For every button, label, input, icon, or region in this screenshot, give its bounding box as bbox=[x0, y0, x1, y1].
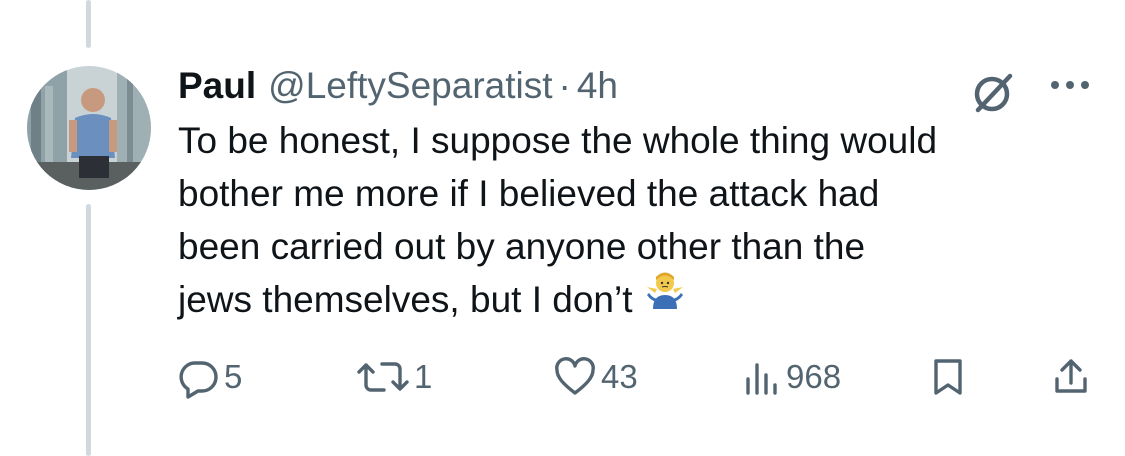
tweet-text-line: been carried out by anyone other than th… bbox=[178, 226, 866, 267]
like-button[interactable]: 43 bbox=[553, 352, 638, 402]
reply-icon bbox=[179, 361, 218, 399]
person-shrugging-emoji bbox=[643, 269, 687, 327]
views-button[interactable]: 968 bbox=[742, 352, 841, 402]
more-options-icon[interactable] bbox=[1045, 70, 1095, 100]
display-name[interactable]: Paul bbox=[178, 65, 256, 107]
share-icon bbox=[1055, 359, 1087, 393]
avatar-photo bbox=[27, 66, 151, 190]
repost-button[interactable]: 1 bbox=[356, 352, 432, 402]
thread-connector-bottom bbox=[86, 204, 91, 456]
tweet-text-line: bother me more if I believed the attack … bbox=[178, 173, 880, 214]
like-count: 43 bbox=[601, 358, 638, 395]
repost-count: 1 bbox=[414, 358, 433, 395]
reply-button[interactable]: 5 bbox=[176, 352, 242, 402]
reply-count: 5 bbox=[224, 358, 243, 395]
grok-icon[interactable] bbox=[966, 66, 1020, 120]
heart-icon bbox=[555, 357, 595, 395]
tweet-text-line: jews themselves, but I don’t bbox=[178, 272, 1098, 327]
tweet-text: To be honest, I suppose the whole thing … bbox=[178, 114, 1098, 327]
tweet-header: Paul @LeftySeparatist · 4h bbox=[178, 64, 618, 108]
views-count: 968 bbox=[786, 358, 842, 395]
repost-icon bbox=[357, 362, 409, 392]
user-handle[interactable]: @LeftySeparatist bbox=[268, 65, 552, 107]
bookmark-icon bbox=[934, 359, 962, 395]
tweet-actions: 5 1 43 968 bbox=[0, 352, 1125, 402]
thread-connector-top bbox=[86, 0, 91, 48]
bookmark-button[interactable] bbox=[930, 352, 966, 402]
tweet-text-line: To be honest, I suppose the whole thing … bbox=[178, 120, 938, 161]
avatar[interactable] bbox=[27, 66, 151, 190]
separator-dot: · bbox=[558, 65, 571, 106]
views-icon bbox=[746, 363, 777, 395]
share-button[interactable] bbox=[1051, 352, 1091, 402]
tweet-text-line-content: jews themselves, but I don’t bbox=[178, 279, 633, 320]
timestamp[interactable]: 4h bbox=[577, 65, 618, 107]
